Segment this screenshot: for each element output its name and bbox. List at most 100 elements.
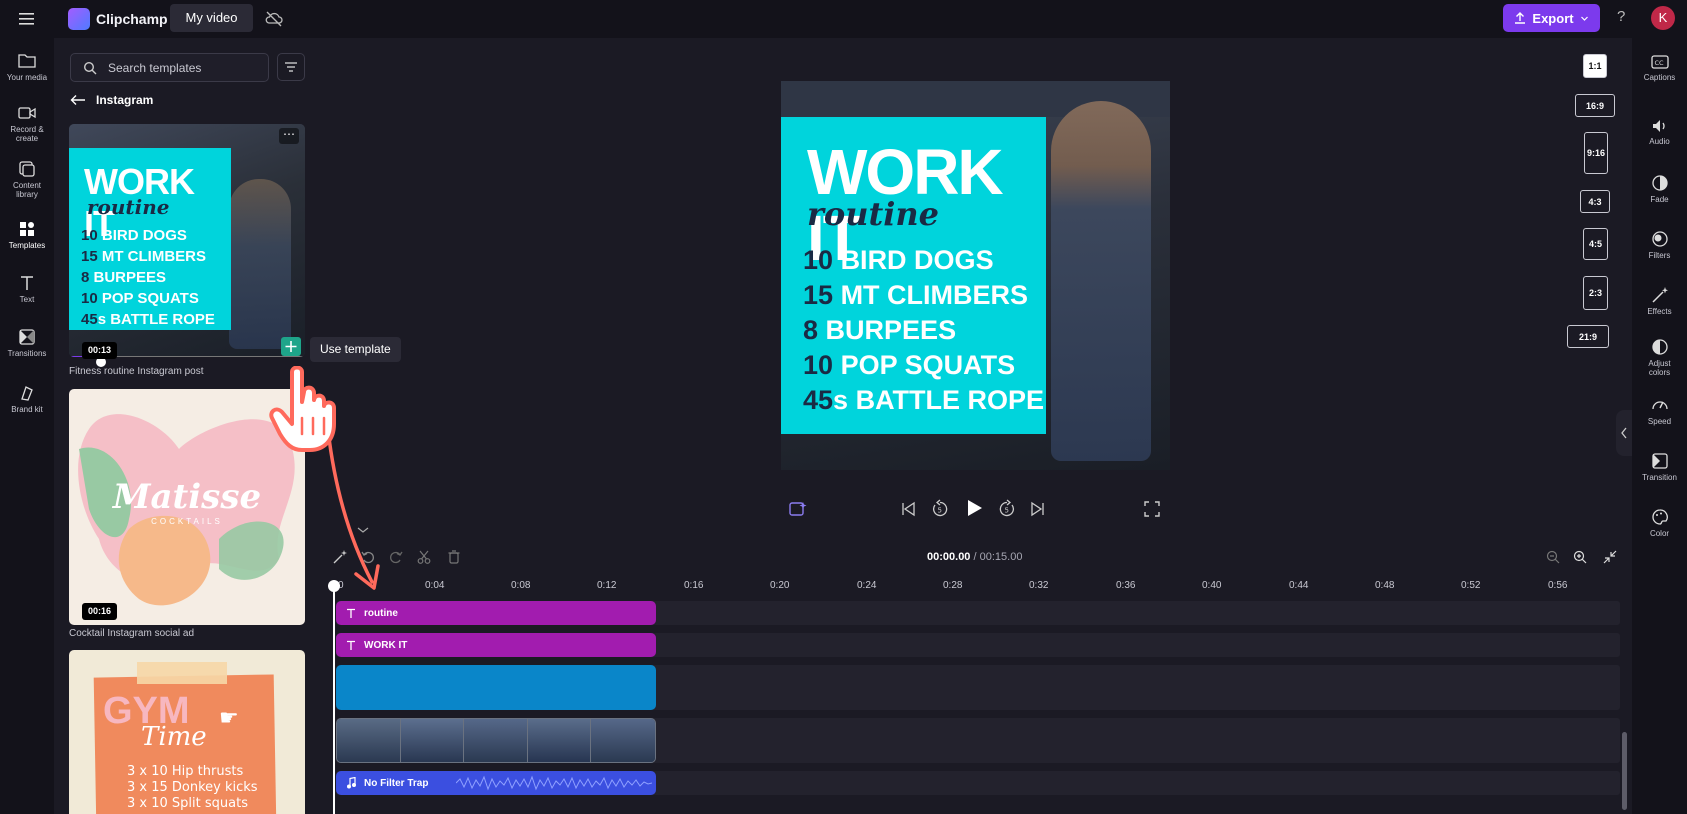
rail-item-captions[interactable]: CC Captions [1632, 54, 1687, 82]
template-card-fitness[interactable]: WORK IT routine 10 BIRD DOGS 15 MT CLIMB… [69, 124, 305, 357]
text-icon [347, 640, 355, 650]
rail-item-audio[interactable]: Audio [1632, 118, 1687, 146]
forward-5-icon[interactable]: 5 [997, 499, 1017, 519]
sidebar-item-your-media[interactable]: Your media [0, 52, 54, 82]
zoom-out-icon[interactable] [1545, 549, 1561, 565]
text-clip-work-it[interactable]: WORK IT [336, 633, 656, 657]
hamburger-menu-icon[interactable] [16, 9, 38, 29]
ratio-button-21-9[interactable]: 21:9 [1567, 325, 1609, 348]
transitions-icon [19, 329, 35, 345]
sidebar-item-templates[interactable]: Templates [0, 220, 54, 250]
rewind-5-icon[interactable]: 5 [930, 499, 950, 519]
rail-item-label: Color [1649, 529, 1670, 538]
rail-item-effects[interactable]: Effects [1632, 286, 1687, 316]
export-button[interactable]: Export [1503, 4, 1600, 32]
template-card-gym[interactable]: GYM Time ☛ 3 x 10 Hip thrusts 3 x 15 Don… [69, 650, 305, 814]
timeline-scrollbar[interactable] [1622, 732, 1627, 810]
delete-icon[interactable] [446, 549, 462, 565]
rail-item-label: Adjust colors [1648, 359, 1671, 377]
project-name-field[interactable]: My video [170, 4, 253, 32]
ruler-tick: 0:20 [770, 580, 790, 591]
help-button[interactable]: ? [1617, 8, 1625, 25]
list-item: 10 BIRD DOGS [81, 227, 187, 244]
breadcrumb[interactable]: Instagram [70, 93, 153, 107]
rail-item-speed[interactable]: Speed [1632, 396, 1687, 426]
sidebar-item-transitions[interactable]: Transitions [0, 328, 54, 358]
speaker-icon [1652, 120, 1665, 132]
transition-icon [1651, 453, 1668, 469]
brand-kit-icon [21, 386, 33, 401]
ratio-button-16-9[interactable]: 16:9 [1575, 94, 1615, 117]
list-item: 8 BURPEES [81, 269, 167, 286]
ratio-button-4-3[interactable]: 4:3 [1580, 190, 1610, 213]
ratio-button-1-1[interactable]: 1:1 [1583, 54, 1607, 78]
preview-script: routine [807, 195, 940, 233]
captions-icon: CC [1650, 55, 1669, 69]
cloud-sync-off-icon[interactable] [264, 9, 284, 29]
chevron-down-icon [1580, 14, 1589, 23]
filter-button[interactable] [277, 53, 305, 81]
video-frame [400, 719, 465, 762]
list-item: 3 x 10 Split squats [127, 796, 248, 811]
library-icon [19, 161, 35, 177]
list-item: 10 POP SQUATS [803, 350, 1016, 380]
video-preview[interactable]: WORK IT routine 10 BIRD DOGS 15 MT CLIMB… [781, 81, 1170, 470]
sidebar-item-label: Templates [8, 241, 46, 250]
rail-item-color[interactable]: Color [1632, 508, 1687, 538]
skip-forward-icon[interactable] [1030, 500, 1046, 518]
rail-item-label: Captions [1643, 73, 1676, 82]
sidebar-item-content-library[interactable]: Content library [0, 160, 54, 199]
text-icon [21, 276, 33, 290]
avatar[interactable]: K [1651, 6, 1675, 30]
ratio-button-9-16[interactable]: 9:16 [1584, 132, 1608, 174]
ruler-tick: 0:48 [1375, 580, 1395, 591]
sidebar-item-label: Record & create [10, 125, 44, 143]
athlete-figure [1051, 101, 1151, 461]
ratio-button-4-5[interactable]: 4:5 [1583, 228, 1608, 260]
svg-text:CC: CC [1654, 59, 1664, 67]
video-clip[interactable] [336, 718, 656, 763]
athlete-figure [229, 179, 291, 349]
zoom-in-icon[interactable] [1572, 549, 1588, 565]
duration-badge: 00:16 [82, 603, 118, 620]
text-clip-routine[interactable]: routine [336, 601, 656, 625]
template-caption: Cocktail Instagram social ad [69, 628, 195, 639]
more-options-icon[interactable]: ⋯ [279, 128, 299, 144]
folder-icon [18, 54, 36, 68]
playhead[interactable] [333, 583, 335, 814]
search-templates-input[interactable]: Search templates [70, 53, 269, 82]
sidebar-item-brand-kit[interactable]: Brand kit [0, 384, 54, 414]
scissors-icon[interactable] [416, 549, 432, 565]
audio-waveform [456, 775, 652, 791]
rail-item-label: Fade [1650, 195, 1669, 204]
ruler-tick: 0:04 [425, 580, 445, 591]
templates-icon [20, 222, 34, 236]
fit-timeline-icon[interactable] [1602, 549, 1618, 565]
rail-item-fade[interactable]: Fade [1632, 174, 1687, 204]
svg-text:5: 5 [1005, 507, 1009, 515]
card-lines: 3 x 10 Hip thrusts 3 x 15 Donkey kicks 3… [127, 764, 258, 812]
video-frame [337, 719, 401, 762]
ratio-button-2-3[interactable]: 2:3 [1583, 276, 1608, 310]
magic-sparkle-icon[interactable] [788, 500, 808, 518]
search-placeholder: Search templates [108, 61, 202, 75]
rail-item-label: Filters [1648, 251, 1671, 260]
play-icon[interactable] [963, 497, 985, 519]
section-title: Instagram [96, 93, 154, 107]
pointing-hand-icon: ☛ [219, 705, 239, 730]
rail-item-transition[interactable]: Transition [1632, 452, 1687, 482]
cyan-panel: WORK IT routine 10 BIRD DOGS 15 MT CLIMB… [69, 148, 231, 330]
list-item: 8 BURPEES [803, 315, 957, 345]
audio-clip[interactable]: No Filter Trap [336, 771, 656, 795]
sidebar-item-record-create[interactable]: Record & create [0, 104, 54, 143]
rail-item-filters[interactable]: Filters [1632, 230, 1687, 260]
fullscreen-icon[interactable] [1143, 500, 1161, 518]
collapse-panel-handle[interactable] [1616, 410, 1632, 456]
shape-clip[interactable] [336, 665, 656, 710]
skip-back-icon[interactable] [900, 500, 916, 518]
export-label: Export [1532, 10, 1574, 26]
use-template-tooltip: Use template [310, 337, 401, 362]
sidebar-item-text[interactable]: Text [0, 274, 54, 304]
add-template-button[interactable] [281, 337, 301, 356]
rail-item-adjust-colors[interactable]: Adjust colors [1632, 338, 1687, 377]
